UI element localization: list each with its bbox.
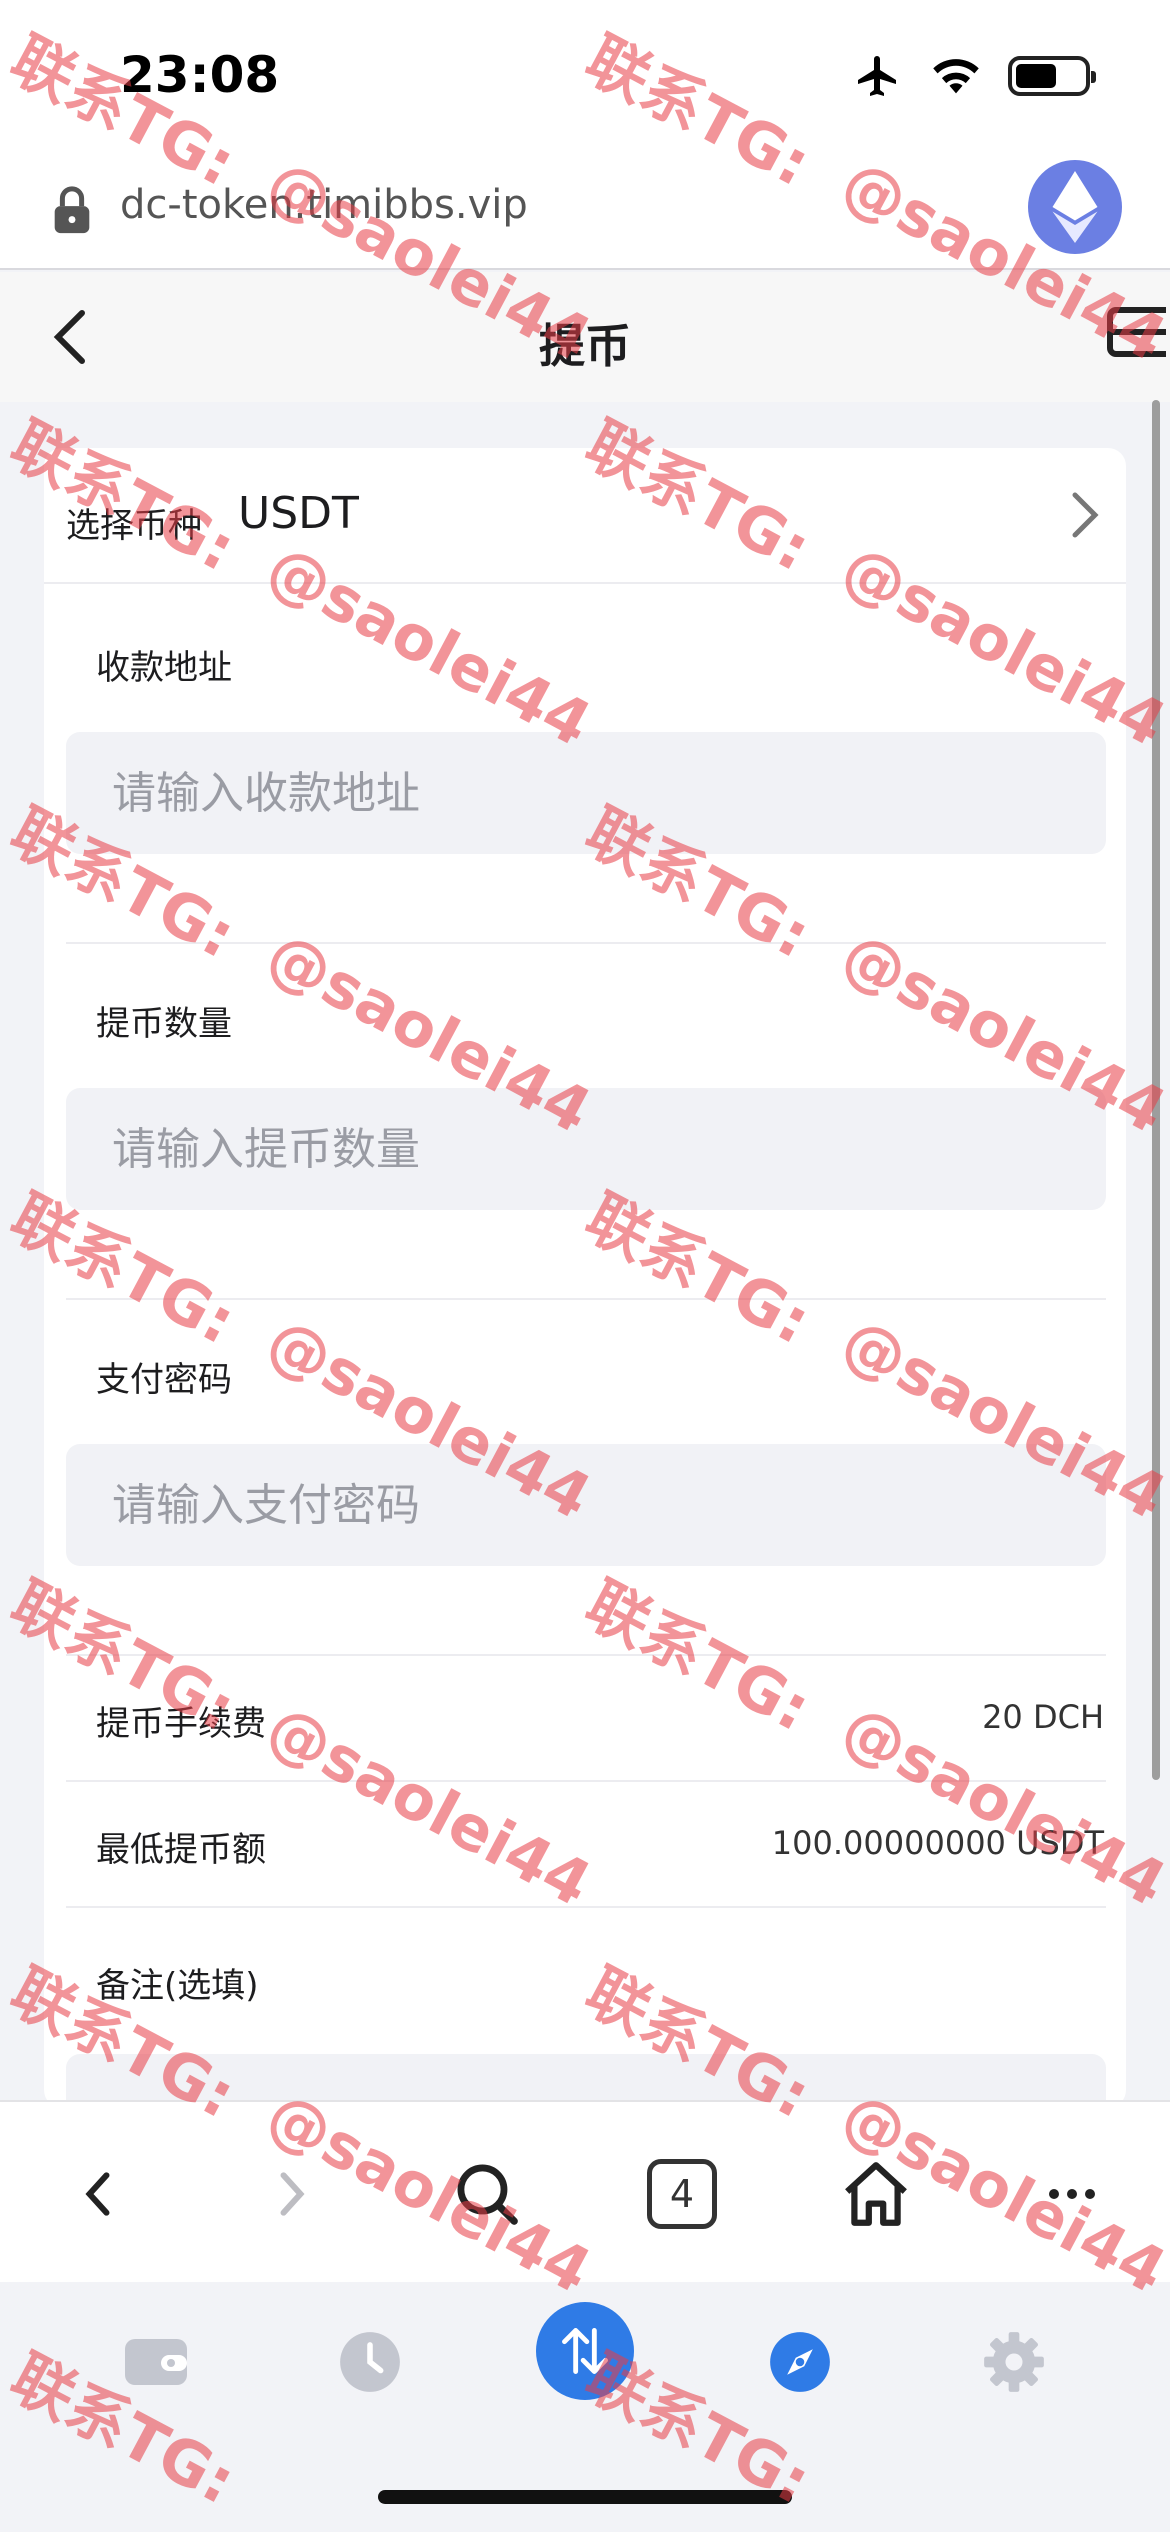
layout-icon[interactable] bbox=[1106, 302, 1166, 362]
divider bbox=[66, 1654, 1106, 1656]
address-input[interactable] bbox=[66, 732, 1106, 854]
divider bbox=[66, 1906, 1106, 1908]
search-icon bbox=[457, 2164, 518, 2225]
browser-tabs-button[interactable]: 4 bbox=[642, 2154, 722, 2234]
chevron-right-icon bbox=[280, 2172, 305, 2216]
scrollbar[interactable] bbox=[1152, 400, 1160, 1780]
tab-settings[interactable] bbox=[974, 2322, 1054, 2402]
browser-home-button[interactable] bbox=[836, 2154, 916, 2234]
browser-more-button[interactable] bbox=[1032, 2154, 1112, 2234]
withdraw-form-card: 选择币种 USDT 收款地址 提币数量 支付密码 提币手续费 20 DCH 最低… bbox=[44, 448, 1126, 2108]
gear-icon bbox=[984, 2332, 1044, 2392]
battery-icon bbox=[1008, 56, 1096, 96]
page-title: 提币 bbox=[539, 319, 631, 373]
min-withdraw-value: 100.00000000 USDT bbox=[771, 1824, 1104, 1862]
remark-label: 备注(选填) bbox=[96, 1966, 259, 2006]
browser-back-button[interactable] bbox=[58, 2154, 138, 2234]
chevron-left-icon bbox=[85, 2172, 110, 2216]
amount-label: 提币数量 bbox=[96, 1004, 232, 1044]
tab-wallet[interactable] bbox=[116, 2322, 196, 2402]
tab-history[interactable] bbox=[330, 2322, 410, 2402]
home-icon bbox=[845, 2162, 907, 2226]
fee-label: 提币手续费 bbox=[96, 1704, 266, 1744]
wifi-icon bbox=[933, 59, 979, 94]
chevron-right-icon bbox=[1072, 492, 1099, 538]
status-bar: 23:08 bbox=[0, 0, 1170, 150]
currency-label: 选择币种 bbox=[66, 506, 202, 546]
password-input[interactable] bbox=[66, 1444, 1106, 1566]
divider bbox=[66, 1298, 1106, 1300]
divider bbox=[66, 1780, 1106, 1782]
ethereum-icon bbox=[1052, 171, 1098, 243]
wallet-icon bbox=[125, 2339, 187, 2385]
browser-toolbar: 4 bbox=[0, 2100, 1170, 2282]
more-horizontal-icon bbox=[1049, 2189, 1095, 2199]
url-bar[interactable]: dc-token.timibbs.vip bbox=[0, 150, 1170, 270]
page-header: 提币 bbox=[0, 272, 1170, 402]
currency-select[interactable]: 选择币种 USDT bbox=[44, 448, 1126, 584]
tab-discover[interactable] bbox=[760, 2322, 840, 2402]
tab-swap[interactable] bbox=[536, 2302, 634, 2400]
amount-input[interactable] bbox=[66, 1088, 1106, 1210]
home-indicator[interactable] bbox=[378, 2490, 792, 2504]
address-label: 收款地址 bbox=[96, 648, 232, 688]
swap-arrows-icon bbox=[562, 2328, 608, 2374]
clock-icon bbox=[340, 2332, 400, 2392]
compass-icon bbox=[770, 2332, 830, 2392]
ethereum-account-button[interactable] bbox=[1028, 160, 1122, 254]
lock-icon bbox=[54, 186, 90, 234]
status-time: 23:08 bbox=[120, 46, 280, 104]
divider bbox=[66, 942, 1106, 944]
fee-value: 20 DCH bbox=[982, 1698, 1104, 1736]
browser-search-button[interactable] bbox=[447, 2154, 527, 2234]
password-label: 支付密码 bbox=[96, 1360, 232, 1400]
url-text[interactable]: dc-token.timibbs.vip bbox=[120, 182, 528, 228]
min-withdraw-label: 最低提币额 bbox=[96, 1830, 266, 1870]
airplane-icon bbox=[858, 56, 896, 96]
tab-count: 4 bbox=[647, 2159, 717, 2229]
currency-value[interactable]: USDT bbox=[238, 488, 359, 539]
browser-forward-button[interactable] bbox=[252, 2154, 332, 2234]
status-icons bbox=[852, 52, 1096, 100]
